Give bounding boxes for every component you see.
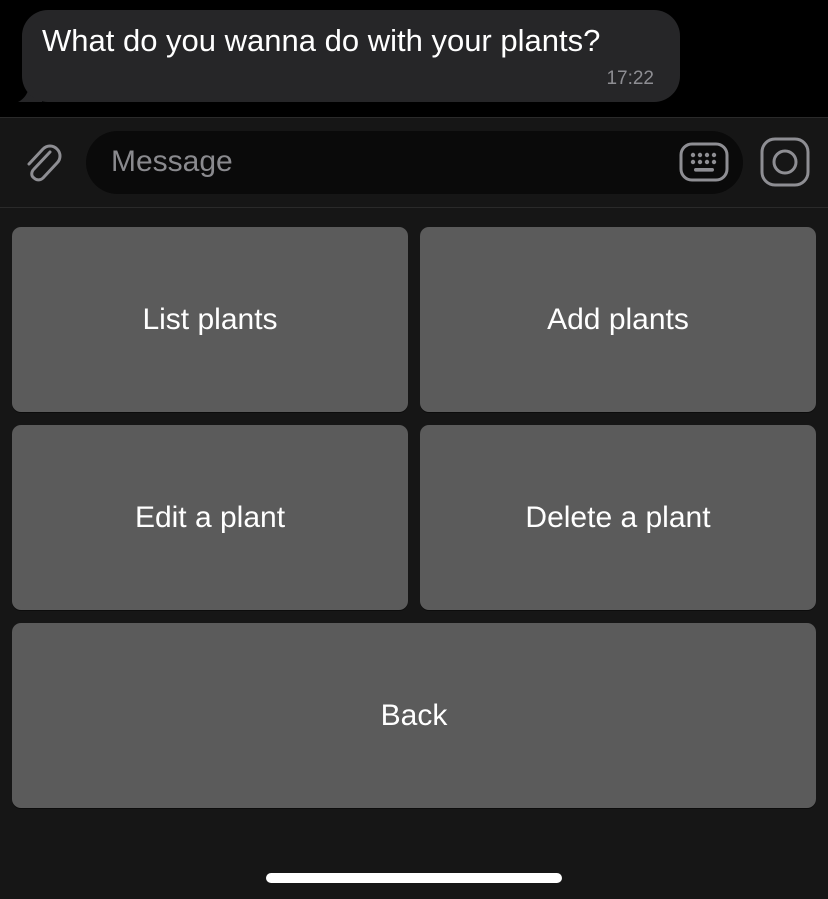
chat-screen: What do you wanna do with your plants? 1… [0,0,828,899]
message-timestamp: 17:22 [606,68,654,89]
delete-plant-button[interactable]: Delete a plant [420,425,816,610]
back-button[interactable]: Back [12,623,816,808]
paperclip-icon [27,144,62,182]
home-indicator[interactable] [266,873,562,883]
message-input-bar: Message [0,117,828,208]
message-input[interactable]: Message [86,131,743,194]
message-placeholder: Message [111,145,233,178]
list-plants-button[interactable]: List plants [12,227,408,412]
edit-plant-button[interactable]: Edit a plant [12,425,408,610]
keyboard-toggle-button[interactable] [679,139,729,185]
message-text: What do you wanna do with your plants? [42,23,601,58]
camera-button[interactable] [760,137,810,187]
message-list[interactable]: What do you wanna do with your plants? 1… [0,0,828,118]
incoming-message-bubble[interactable]: What do you wanna do with your plants? 1… [22,10,680,102]
keyboard-icon [679,142,729,182]
attach-button[interactable] [18,138,66,186]
reply-keyboard: List plants Add plants Edit a plant Dele… [0,208,828,899]
camera-icon [760,137,810,187]
add-plants-button[interactable]: Add plants [420,227,816,412]
